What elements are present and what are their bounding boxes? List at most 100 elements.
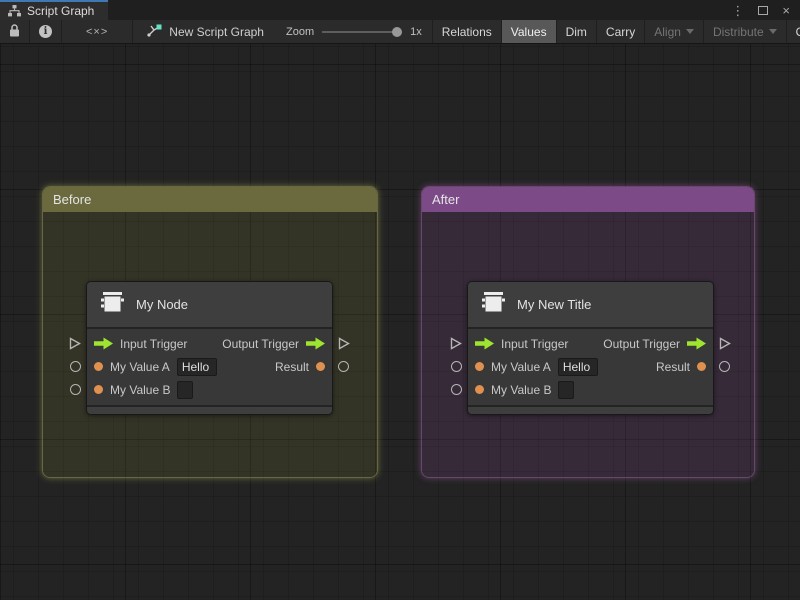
- trigger-arrow-icon: [306, 337, 325, 350]
- port-row-triggers: Input Trigger Output Trigger: [87, 332, 332, 355]
- button-label: Align: [654, 24, 681, 39]
- toolbar-button-relations[interactable]: Relations: [431, 20, 501, 43]
- value-a-input[interactable]: [176, 357, 217, 376]
- button-label: Overview: [796, 25, 800, 39]
- output-trigger-connect-marker[interactable]: [719, 337, 731, 355]
- port-row-triggers: Input Trigger Output Trigger: [468, 332, 713, 355]
- value-b-port[interactable]: My Value B: [475, 380, 575, 399]
- result-connect-marker[interactable]: [338, 361, 349, 372]
- value-b-input[interactable]: [177, 380, 194, 399]
- tab-script-graph[interactable]: Script Graph: [0, 0, 109, 20]
- node-body: Input Trigger Output Trigger My Value A: [87, 329, 332, 405]
- toolbar-button-dim[interactable]: Dim: [555, 20, 596, 43]
- zoom-slider-handle[interactable]: [392, 26, 403, 37]
- group-after-header[interactable]: After: [422, 187, 754, 212]
- toolbar-button-values[interactable]: Values: [500, 20, 556, 43]
- zoom-value: 1x: [410, 25, 422, 38]
- code-icon: <×>: [86, 25, 109, 38]
- port-label: Input Trigger: [120, 336, 188, 351]
- port-label: Output Trigger: [603, 336, 680, 351]
- close-icon[interactable]: ×: [782, 4, 790, 17]
- node-header[interactable]: My Node: [87, 282, 332, 329]
- toolbar-button-overview[interactable]: Overview: [785, 20, 800, 43]
- node-footer: [87, 405, 332, 414]
- port-row-value-b: My Value B: [468, 378, 713, 401]
- input-trigger-connect-marker[interactable]: [450, 337, 462, 355]
- trigger-arrow-icon: [475, 337, 494, 350]
- graph-name-button[interactable]: New Script Graph: [133, 20, 276, 43]
- button-label: Dim: [565, 24, 587, 39]
- input-trigger-port[interactable]: Input Trigger: [94, 337, 187, 351]
- zoom-control: Zoom 1x: [276, 20, 432, 43]
- node-title: My Node: [136, 297, 189, 312]
- toolbar-button-distribute[interactable]: Distribute: [702, 20, 786, 43]
- tab-bar: Script Graph ⋮ ×: [0, 0, 800, 20]
- port-label: Input Trigger: [501, 336, 569, 351]
- zoom-slider-track[interactable]: [322, 30, 403, 33]
- port-row-value-a: My Value A Result: [468, 355, 713, 378]
- value-a-connect-marker[interactable]: [70, 361, 81, 372]
- node-header[interactable]: My New Title: [468, 282, 713, 329]
- value-port-icon: [316, 362, 325, 371]
- value-port-icon: [94, 385, 103, 394]
- input-trigger-connect-marker[interactable]: [69, 337, 81, 355]
- port-label: Output Trigger: [222, 336, 299, 351]
- output-trigger-port[interactable]: Output Trigger: [222, 337, 325, 351]
- node-body: Input Trigger Output Trigger My Value A: [468, 329, 713, 405]
- port-row-value-a: My Value A Result: [87, 355, 332, 378]
- info-icon: i: [39, 25, 52, 38]
- info-button[interactable]: i: [30, 20, 62, 43]
- value-a-input[interactable]: [557, 357, 598, 376]
- trigger-arrow-icon: [687, 337, 706, 350]
- tab-title: Script Graph: [27, 4, 95, 18]
- trigger-arrow-icon: [94, 337, 113, 350]
- input-trigger-port[interactable]: Input Trigger: [475, 337, 568, 351]
- unit-icon: [480, 289, 506, 320]
- menu-icon[interactable]: ⋮: [731, 4, 744, 17]
- port-label: Result: [655, 359, 690, 374]
- button-label: Values: [510, 24, 547, 39]
- graph-canvas[interactable]: Before After My Node Input Trigger Outpu…: [0, 44, 800, 600]
- port-row-value-b: My Value B: [87, 378, 332, 401]
- button-label: Relations: [441, 24, 492, 39]
- toolbar-button-align[interactable]: Align: [644, 20, 703, 43]
- script-graph-asset-icon: [147, 23, 162, 40]
- output-trigger-port[interactable]: Output Trigger: [603, 337, 706, 351]
- node-title: My New Title: [517, 297, 592, 312]
- node-my-node[interactable]: My Node Input Trigger Output Trigger My …: [69, 281, 350, 415]
- value-b-connect-marker[interactable]: [451, 384, 462, 395]
- lock-button[interactable]: [0, 20, 30, 43]
- maximize-icon[interactable]: [758, 5, 769, 15]
- value-a-port[interactable]: My Value A: [475, 357, 598, 376]
- group-label: Before: [53, 192, 92, 207]
- value-b-input[interactable]: [558, 380, 575, 399]
- value-b-connect-marker[interactable]: [70, 384, 81, 395]
- group-label: After: [432, 192, 460, 207]
- group-before-header[interactable]: Before: [43, 187, 377, 212]
- result-port[interactable]: Result: [656, 360, 706, 374]
- result-port[interactable]: Result: [275, 360, 325, 374]
- window-controls: ⋮ ×: [731, 0, 800, 20]
- result-connect-marker[interactable]: [719, 361, 730, 372]
- port-label: My Value A: [491, 359, 551, 374]
- value-a-port[interactable]: My Value A: [94, 357, 217, 376]
- output-trigger-connect-marker[interactable]: [338, 337, 350, 355]
- value-a-connect-marker[interactable]: [451, 361, 462, 372]
- zoom-slider[interactable]: [322, 26, 403, 37]
- toolbar-button-carry[interactable]: Carry: [595, 20, 644, 43]
- edit-script-button[interactable]: <×>: [62, 20, 134, 43]
- chevron-down-icon: [768, 29, 777, 34]
- port-label: My Value A: [110, 359, 170, 374]
- value-b-port[interactable]: My Value B: [94, 380, 194, 399]
- lock-icon: [9, 23, 20, 40]
- button-label: Distribute: [712, 24, 764, 39]
- script-graph-window: Script Graph ⋮ × i <×> New Script Graph …: [0, 0, 800, 600]
- value-port-icon: [94, 362, 103, 371]
- zoom-label: Zoom: [285, 25, 315, 38]
- value-port-icon: [475, 362, 484, 371]
- node-footer: [468, 405, 713, 414]
- port-label: My Value B: [491, 382, 552, 397]
- node-my-new-title[interactable]: My New Title Input Trigger Output Trigge…: [450, 281, 731, 415]
- hierarchy-graph-icon: [8, 5, 21, 17]
- graph-name-label: New Script Graph: [169, 24, 264, 39]
